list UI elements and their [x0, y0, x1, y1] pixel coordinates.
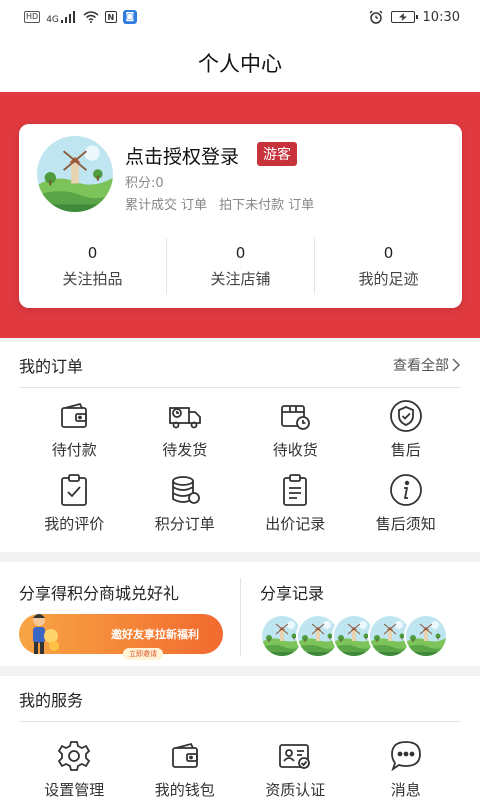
info-icon: [388, 472, 424, 508]
banner-subtext: 立即邀请: [123, 648, 163, 660]
service-wallet[interactable]: 我的钱包: [130, 738, 241, 800]
stat-footprints[interactable]: 0 我的足迹: [315, 238, 462, 294]
services-title: 我的服务: [19, 690, 84, 710]
chat-bubble-icon: [388, 738, 424, 774]
stat-label: 我的足迹: [358, 269, 419, 288]
grid-label: 消息: [390, 781, 421, 799]
order-after-sales-notice[interactable]: 售后须知: [351, 472, 462, 534]
order-pending-receipt[interactable]: 待收货: [240, 398, 351, 460]
clock: 10:30: [422, 9, 460, 25]
service-certification[interactable]: 资质认证: [240, 738, 351, 800]
chevron-right-icon: [452, 357, 461, 372]
service-settings[interactable]: 设置管理: [19, 738, 130, 800]
shield-check-icon: [388, 398, 424, 434]
alarm-icon: [369, 10, 383, 24]
gear-icon: [56, 738, 92, 774]
network-type: 4G: [46, 15, 59, 25]
services-grid: 设置管理 我的钱包 资质认证 消息: [19, 738, 461, 800]
shared-user-avatar: [404, 614, 448, 658]
stat-value: 0: [87, 243, 98, 262]
share-points-title: 分享得积分商城兑好礼: [19, 584, 180, 603]
service-messages[interactable]: 消息: [351, 738, 462, 800]
guest-badge: 游客: [257, 142, 297, 166]
grid-label: 出价记录: [265, 515, 326, 533]
share-divider: [240, 578, 241, 656]
stat-label: 关注拍品: [62, 269, 123, 288]
grid-label: 待收货: [272, 441, 318, 459]
grid-label: 售后: [390, 441, 421, 459]
share-records-title: 分享记录: [260, 584, 325, 603]
profile-stats: 0 关注拍品 0 关注店铺 0 我的足迹: [19, 238, 462, 294]
grid-label: 设置管理: [44, 781, 105, 799]
services-section: 我的服务 设置管理 我的钱包 资质认证 消息: [0, 676, 480, 800]
unpaid-orders-text: 拍下未付款 订单: [219, 198, 315, 213]
order-bid-records[interactable]: 出价记录: [240, 472, 351, 534]
profile-card: 点击授权登录 游客 积分:0 累计成交 订单 拍下未付款 订单 0 关注拍品 0…: [19, 124, 462, 308]
coins-stack-icon: [167, 472, 203, 508]
share-avatars: [260, 614, 470, 658]
stat-followed-items[interactable]: 0 关注拍品: [19, 238, 167, 294]
wifi-icon: [83, 11, 99, 23]
orders-title: 我的订单: [19, 356, 84, 376]
stat-followed-shops[interactable]: 0 关注店铺: [167, 238, 315, 294]
battery-icon: [390, 11, 418, 23]
order-points-orders[interactable]: 积分订单: [130, 472, 241, 534]
view-all-orders-link[interactable]: 查看全部: [393, 355, 461, 375]
services-header: 我的服务: [19, 676, 461, 722]
share-section: 分享得积分商城兑好礼 邀好友享拉新福利 立即邀请 分享记录: [0, 562, 480, 666]
hd-indicator: HD: [24, 11, 41, 23]
share-records-panel[interactable]: 分享记录: [260, 580, 470, 658]
orders-header: 我的订单 查看全部: [19, 342, 461, 388]
order-my-reviews[interactable]: 我的评价: [19, 472, 130, 534]
orders-section: 我的订单 查看全部 待付款 待发货 待收货 售后 我的评价 积分订单 出价记录 …: [0, 342, 480, 552]
grid-label: 资质认证: [265, 781, 326, 799]
share-points-panel[interactable]: 分享得积分商城兑好礼 邀好友享拉新福利 立即邀请: [19, 580, 229, 660]
banner-text: 邀好友享拉新福利: [111, 628, 199, 641]
stat-label: 关注店铺: [210, 269, 271, 288]
status-bar-right: 10:30: [369, 10, 460, 25]
stat-value: 0: [235, 243, 246, 262]
delivery-truck-icon: [167, 398, 203, 434]
order-pending-payment[interactable]: 待付款: [19, 398, 130, 460]
wallet-icon: [56, 398, 92, 434]
orders-grid: 待付款 待发货 待收货 售后 我的评价 积分订单 出价记录 售后须知: [19, 398, 461, 534]
points-text: 积分:0: [125, 176, 164, 191]
order-after-sales[interactable]: 售后: [351, 398, 462, 460]
wallet-icon: [167, 738, 203, 774]
stat-value: 0: [383, 243, 394, 262]
id-card-icon: [277, 738, 313, 774]
clipboard-list-icon: [277, 472, 313, 508]
avatar[interactable]: [37, 136, 113, 212]
completed-orders-text: 累计成交 订单: [125, 198, 208, 213]
login-button[interactable]: 点击授权登录: [125, 142, 239, 169]
clipboard-check-icon: [56, 472, 92, 508]
status-bar-left: HD 4G N ◙: [24, 9, 137, 25]
grid-label: 待付款: [51, 441, 97, 459]
grid-label: 售后须知: [375, 515, 436, 533]
grid-label: 我的评价: [44, 515, 105, 533]
order-pending-shipment[interactable]: 待发货: [130, 398, 241, 460]
page-title: 个人中心: [0, 34, 480, 92]
grid-label: 我的钱包: [154, 781, 215, 799]
view-all-label: 查看全部: [393, 357, 449, 374]
package-clock-icon: [277, 398, 313, 434]
person-illustration-icon: [33, 614, 59, 654]
grid-label: 积分订单: [154, 515, 215, 533]
signal-icon: [60, 11, 75, 23]
app-notification-icon: ◙: [122, 10, 137, 24]
nfc-icon: N: [104, 11, 117, 23]
grid-label: 待发货: [162, 441, 208, 459]
windmill-avatar-icon: [37, 136, 113, 212]
invite-banner[interactable]: 邀好友享拉新福利 立即邀请: [19, 614, 223, 660]
order-summary: 累计成交 订单 拍下未付款 订单: [125, 194, 314, 213]
status-bar: HD 4G N ◙ 10:30: [0, 0, 480, 34]
